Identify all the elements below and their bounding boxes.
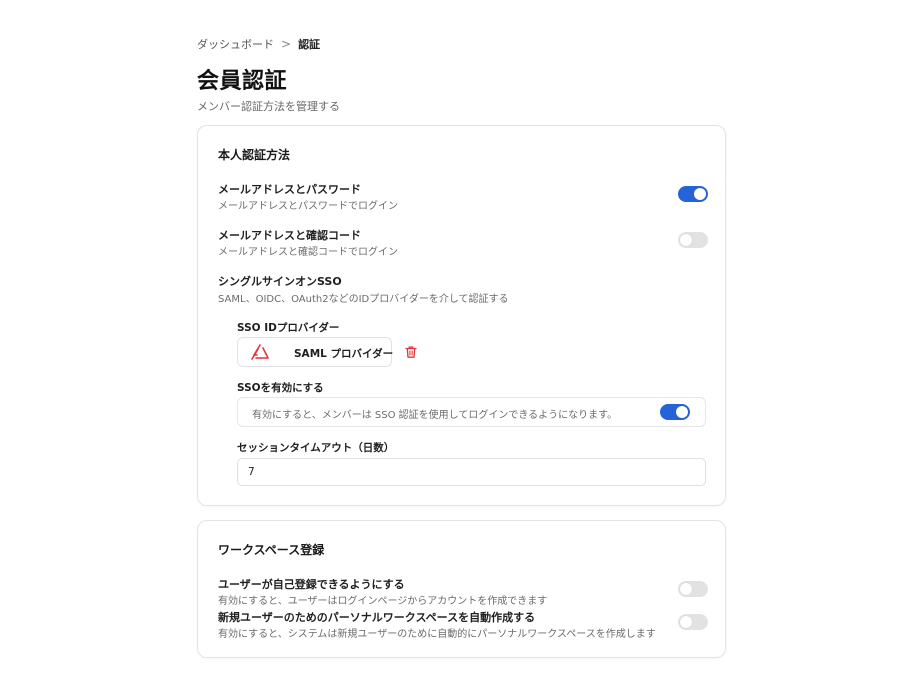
breadcrumb-current: 認証 <box>298 38 321 51</box>
toggle-knob <box>694 188 706 200</box>
trash-icon[interactable] <box>404 345 418 359</box>
self-signup-title: ユーザーが自己登録できるようにする <box>218 578 405 591</box>
sso-desc: SAML、OIDC、OAuth2などのIDプロバイダーを介して認証する <box>218 294 509 305</box>
email-password-desc: メールアドレスとパスワードでログイン <box>218 201 398 212</box>
auto-workspace-desc: 有効にすると、システムは新規ユーザーのために自動的にパーソナルワークスペースを作… <box>218 629 656 640</box>
auto-workspace-title: 新規ユーザーのためのパーソナルワークスペースを自動作成する <box>218 611 536 624</box>
sso-enable-label: SSOを有効にする <box>237 382 324 394</box>
self-signup-desc: 有効にすると、ユーザーはログインページからアカウントを作成できます <box>218 596 548 607</box>
email-code-desc: メールアドレスと確認コードでログイン <box>218 247 398 258</box>
toggle-knob <box>680 616 692 628</box>
sso-title: シングルサインオンSSO <box>218 275 342 288</box>
toggle-knob <box>680 234 692 246</box>
identity-methods-title: 本人認証方法 <box>218 148 291 162</box>
toggle-knob <box>680 583 692 595</box>
session-timeout-label: セッションタイムアウト（日数） <box>237 442 395 454</box>
sso-provider-name: SAML プロバイダー <box>294 348 394 360</box>
sso-enable-box: 有効にすると、メンバーは SSO 認証を使用してログインできるようになります。 <box>237 397 706 427</box>
email-password-title: メールアドレスとパスワード <box>218 183 361 196</box>
email-code-title: メールアドレスと確認コード <box>218 229 361 242</box>
chevron-right-icon: > <box>281 37 292 51</box>
email-password-toggle[interactable] <box>678 186 708 202</box>
self-signup-toggle[interactable] <box>678 581 708 597</box>
identity-methods-card: 本人認証方法 メールアドレスとパスワード メールアドレスとパスワードでログイン … <box>197 125 726 506</box>
page-title: 会員認証 <box>197 69 288 94</box>
sso-enable-hint: 有効にすると、メンバーは SSO 認証を使用してログインできるようになります。 <box>252 410 618 421</box>
sso-provider-card[interactable]: SAML プロバイダー <box>237 337 394 367</box>
toggle-knob <box>676 406 688 418</box>
saml-logo-icon <box>251 344 269 360</box>
page-subtitle: メンバー認証方法を管理する <box>197 100 340 113</box>
workspace-registration-title: ワークスペース登録 <box>218 543 325 557</box>
breadcrumb-parent[interactable]: ダッシュボード <box>197 36 274 52</box>
sso-provider-label: SSO IDプロバイダー <box>237 322 340 334</box>
session-timeout-input[interactable] <box>237 458 706 486</box>
breadcrumb: ダッシュボード > 認証 <box>197 36 320 52</box>
email-code-toggle[interactable] <box>678 232 708 248</box>
auto-workspace-toggle[interactable] <box>678 614 708 630</box>
workspace-registration-card: ワークスペース登録 ユーザーが自己登録できるようにする 有効にすると、ユーザーは… <box>197 520 726 658</box>
sso-enable-toggle[interactable] <box>660 404 690 420</box>
